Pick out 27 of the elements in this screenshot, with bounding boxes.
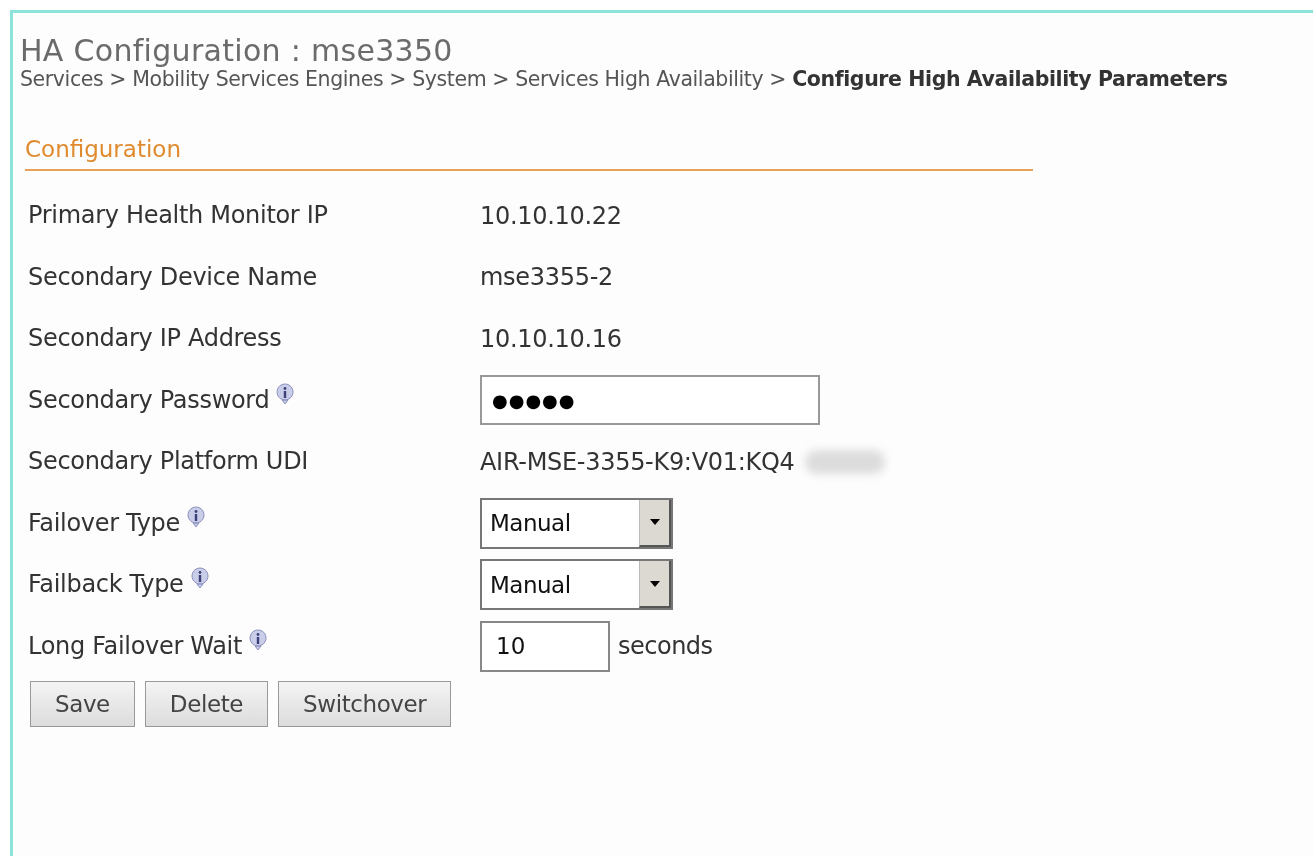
unit-label: seconds	[618, 632, 713, 661]
action-button[interactable]: Delete	[144, 681, 269, 727]
breadcrumb: Services > Mobility Services Engines > System > Services High Availability > Configure High Availability Parameters	[20, 67, 1229, 91]
field-value: mse3355-2	[480, 263, 613, 292]
field-label: Failover Type	[28, 508, 181, 537]
dropdown[interactable]: Manual	[480, 559, 673, 611]
action-button[interactable]: Switchover	[278, 681, 452, 727]
info-icon[interactable]	[186, 505, 207, 528]
field-value: 10.10.10.16	[480, 324, 622, 353]
field-label: Long Failover Wait	[28, 631, 243, 660]
section-title: Configuration	[25, 135, 1033, 171]
field-value: 10.10.10.22	[480, 201, 622, 230]
field-label: Secondary IP Address	[28, 324, 282, 352]
number-field[interactable]: 10	[480, 620, 610, 672]
field-label: Failback Type	[28, 570, 184, 598]
info-icon[interactable]	[248, 628, 269, 651]
field-label: Secondary Platform UDI	[28, 447, 309, 475]
dropdown[interactable]: Manual	[480, 497, 673, 549]
field-label: Secondary Password	[28, 385, 270, 414]
field-label: Secondary Device Name	[28, 262, 317, 291]
field-label: Primary Health Monitor IP	[28, 201, 328, 229]
action-button[interactable]: Save	[30, 681, 135, 727]
page-title: HA Configuration : mse3350	[20, 35, 454, 67]
info-icon[interactable]	[189, 567, 210, 589]
field-value: AIR-MSE-3355-K9:V01:KQ4	[480, 447, 795, 476]
password-field[interactable]: ●●●●●	[480, 375, 820, 426]
info-icon[interactable]	[275, 382, 296, 405]
